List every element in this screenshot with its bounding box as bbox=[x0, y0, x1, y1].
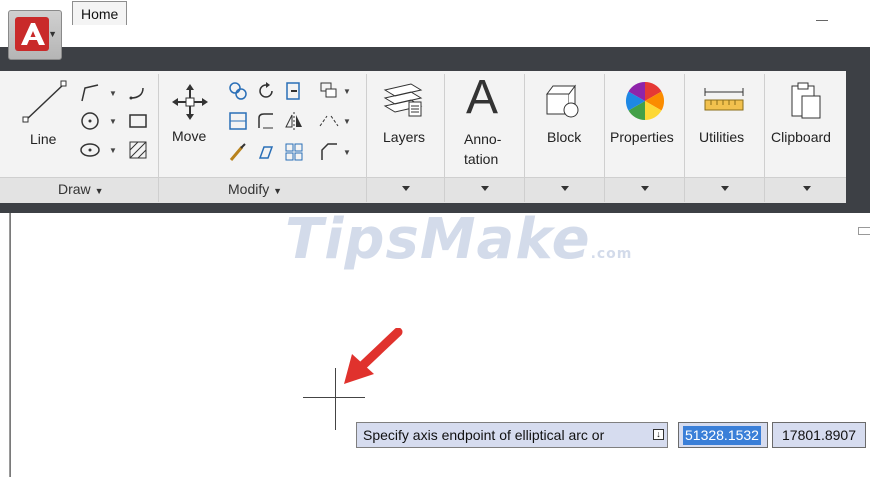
trim-icon[interactable] bbox=[283, 80, 305, 102]
move-tool-icon bbox=[172, 84, 208, 120]
minimize-button[interactable] bbox=[816, 20, 828, 21]
panel-title-bar bbox=[0, 177, 846, 203]
tab-insert[interactable]: Insert bbox=[150, 0, 185, 24]
watermark: TipsMake.com bbox=[285, 207, 632, 272]
modify-panel-chevron-icon: ▼ bbox=[273, 186, 283, 196]
break-icon[interactable] bbox=[318, 110, 340, 132]
draw-panel-title-text: Draw bbox=[58, 181, 91, 197]
properties-color-wheel-icon bbox=[625, 81, 665, 121]
x-coordinate-input[interactable]: 51328.1532 bbox=[678, 422, 768, 448]
watermark-main-text: TipsMake bbox=[285, 207, 591, 272]
copy-icon[interactable] bbox=[227, 80, 249, 102]
rectangle-icon[interactable] bbox=[127, 110, 149, 132]
ribbon-right-edge bbox=[846, 71, 870, 203]
match-properties-icon[interactable] bbox=[227, 141, 249, 163]
watermark-suffix-text: .com bbox=[590, 246, 633, 262]
utilities-panel-label[interactable]: Utilities bbox=[699, 129, 744, 145]
arc-icon[interactable] bbox=[127, 82, 149, 104]
array-grid-icon[interactable] bbox=[283, 141, 305, 163]
panel-separator bbox=[684, 74, 685, 202]
fillet-icon[interactable] bbox=[255, 110, 277, 132]
mirror-icon[interactable] bbox=[283, 110, 305, 132]
array-icon[interactable] bbox=[318, 80, 340, 102]
annotation-expand-icon[interactable] bbox=[481, 186, 489, 191]
break-dropdown-icon[interactable]: ▼ bbox=[343, 117, 351, 126]
tab-annotate[interactable]: Annotate bbox=[216, 0, 272, 24]
explode-icon[interactable] bbox=[255, 141, 277, 163]
application-menu-button[interactable]: ▼ bbox=[8, 10, 62, 60]
x-coordinate-value: 51328.1532 bbox=[683, 426, 761, 445]
circle-icon[interactable] bbox=[79, 110, 101, 132]
mirror-stretch-icon[interactable] bbox=[227, 110, 249, 132]
line-tool-label[interactable]: Line bbox=[30, 131, 56, 147]
tab-view[interactable]: View bbox=[407, 0, 437, 24]
tab-express-tools[interactable]: Express Tools bbox=[625, 0, 712, 24]
clipboard-expand-icon[interactable] bbox=[803, 186, 811, 191]
ellipse-icon[interactable] bbox=[79, 139, 101, 161]
prompt-options-down-arrow-icon[interactable]: ↓ bbox=[653, 429, 664, 440]
circle-dropdown-icon[interactable]: ▼ bbox=[109, 117, 117, 126]
modify-panel-title-text: Modify bbox=[228, 181, 270, 197]
line-tool-icon bbox=[22, 80, 67, 123]
autocad-logo-icon bbox=[15, 17, 49, 51]
y-coordinate-input[interactable]: 17801.8907 bbox=[772, 422, 866, 448]
modify-panel-title[interactable]: Modify ▼ bbox=[228, 181, 282, 197]
crosshair-vertical bbox=[335, 368, 336, 430]
layers-expand-icon[interactable] bbox=[402, 186, 410, 191]
draw-panel-title[interactable]: Draw ▼ bbox=[58, 181, 103, 197]
command-prompt-tooltip: Specify axis endpoint of elliptical arc … bbox=[356, 422, 668, 448]
panel-separator bbox=[604, 74, 605, 202]
block-icon bbox=[546, 84, 579, 118]
panel-separator bbox=[444, 74, 445, 202]
crosshair-horizontal bbox=[303, 397, 365, 398]
app-menu-chevron-icon: ▼ bbox=[48, 29, 57, 39]
block-panel-label[interactable]: Block bbox=[547, 129, 581, 145]
move-tool-label[interactable]: Move bbox=[172, 128, 206, 144]
chamfer-dropdown-icon[interactable]: ▼ bbox=[343, 148, 351, 157]
red-pointer-arrow-icon bbox=[344, 328, 403, 384]
layers-panel-label[interactable]: Layers bbox=[383, 129, 425, 145]
properties-panel-label[interactable]: Properties bbox=[610, 129, 674, 145]
annotation-label-line1[interactable]: Anno- bbox=[464, 131, 501, 147]
utilities-expand-icon[interactable] bbox=[721, 186, 729, 191]
tab-parametric[interactable]: Parametric bbox=[306, 0, 374, 24]
panel-separator bbox=[764, 74, 765, 202]
layers-icon bbox=[383, 83, 423, 117]
tab-home[interactable]: Home bbox=[72, 1, 128, 25]
canvas-left-border bbox=[9, 213, 10, 477]
tab-output[interactable]: Output bbox=[550, 0, 592, 24]
polyline-dropdown-icon[interactable]: ▼ bbox=[109, 89, 117, 98]
clipboard-panel-label[interactable]: Clipboard bbox=[771, 129, 831, 145]
hatch-icon[interactable] bbox=[127, 139, 149, 161]
block-expand-icon[interactable] bbox=[561, 186, 569, 191]
viewcube-edge-icon[interactable] bbox=[858, 227, 870, 235]
utilities-measure-icon bbox=[704, 88, 744, 111]
panel-separator bbox=[158, 74, 159, 202]
ribbon-tab-bar bbox=[0, 47, 870, 71]
annotation-label-line2[interactable]: tation bbox=[464, 151, 498, 167]
polyline-icon[interactable] bbox=[79, 82, 101, 104]
draw-panel-chevron-icon: ▼ bbox=[94, 186, 104, 196]
chamfer-icon[interactable] bbox=[318, 141, 340, 163]
annotation-icon: A bbox=[466, 71, 499, 124]
panel-separator bbox=[524, 74, 525, 202]
properties-expand-icon[interactable] bbox=[641, 186, 649, 191]
rotate-icon[interactable] bbox=[255, 80, 277, 102]
array-dropdown-icon[interactable]: ▼ bbox=[343, 87, 351, 96]
ellipse-dropdown-icon[interactable]: ▼ bbox=[109, 146, 117, 155]
prompt-text: Specify axis endpoint of elliptical arc … bbox=[363, 427, 605, 443]
panel-separator bbox=[366, 74, 367, 202]
ribbon-minimize-icon[interactable] bbox=[763, 8, 777, 17]
clipboard-icon bbox=[791, 82, 821, 119]
tab-manage[interactable]: Manage bbox=[468, 0, 519, 24]
